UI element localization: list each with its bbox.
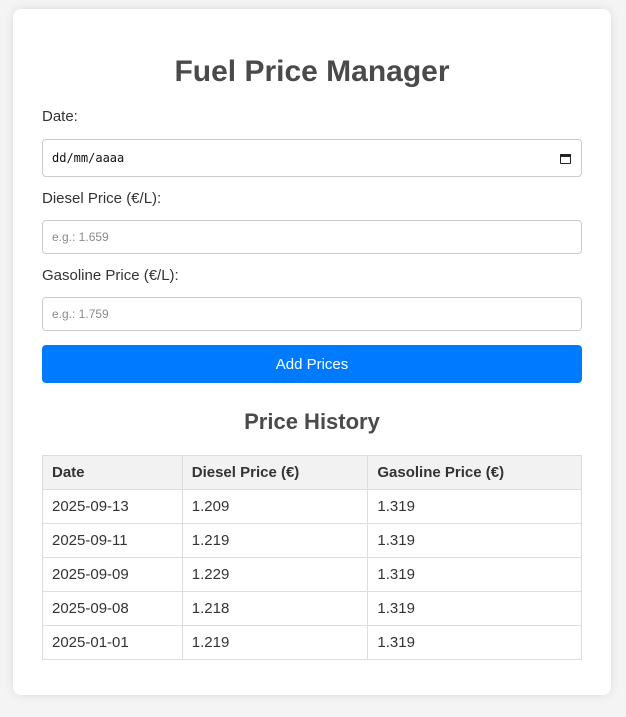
diesel-price-input[interactable]: e.g.: 1.659: [42, 220, 582, 254]
cell-gasoline: 1.319: [367, 557, 582, 592]
cell-date: 2025-09-09: [42, 557, 183, 592]
price-history-table: Date Diesel Price (€) Gasoline Price (€)…: [42, 455, 582, 660]
page-title: Fuel Price Manager: [174, 55, 450, 88]
cell-diesel: 1.218: [181, 591, 369, 626]
diesel-price-placeholder: e.g.: 1.659: [52, 230, 109, 244]
column-header-diesel: Diesel Price (€): [181, 455, 369, 490]
column-header-date: Date: [42, 455, 183, 490]
cell-gasoline: 1.319: [367, 489, 582, 524]
table-row: 2025-09-11 1.219 1.319: [42, 523, 582, 558]
date-input-value: dd/mm/aaaa: [52, 151, 125, 165]
table-row: 2025-09-13 1.209 1.319: [42, 489, 582, 524]
cell-gasoline: 1.319: [367, 625, 582, 660]
main-card: Fuel Price Manager Date: dd/mm/aaaa Dies…: [13, 9, 611, 695]
price-history-title: Price History: [244, 409, 380, 434]
cell-gasoline: 1.319: [367, 523, 582, 558]
page-title-wrap: Fuel Price Manager: [13, 55, 611, 89]
cell-date: 2025-09-11: [42, 523, 183, 558]
cell-diesel: 1.219: [181, 523, 369, 558]
table-row: 2025-09-08 1.218 1.319: [42, 591, 582, 626]
gasoline-price-label: Gasoline Price (€/L):: [42, 267, 179, 284]
cell-date: 2025-09-08: [42, 591, 183, 626]
column-header-gasoline: Gasoline Price (€): [367, 455, 582, 490]
cell-date: 2025-09-13: [42, 489, 183, 524]
cell-date: 2025-01-01: [42, 625, 183, 660]
add-prices-button[interactable]: Add Prices: [42, 345, 582, 383]
cell-diesel: 1.219: [181, 625, 369, 660]
cell-diesel: 1.229: [181, 557, 369, 592]
gasoline-price-input[interactable]: e.g.: 1.759: [42, 297, 582, 331]
date-input[interactable]: dd/mm/aaaa: [42, 139, 582, 177]
gasoline-price-placeholder: e.g.: 1.759: [52, 307, 109, 321]
date-label: Date:: [42, 108, 78, 125]
calendar-icon[interactable]: [560, 153, 571, 164]
diesel-price-label: Diesel Price (€/L):: [42, 190, 162, 207]
table-header-row: Date Diesel Price (€) Gasoline Price (€): [42, 455, 582, 490]
table-row: 2025-09-09 1.229 1.319: [42, 557, 582, 592]
cell-gasoline: 1.319: [367, 591, 582, 626]
cell-diesel: 1.209: [181, 489, 369, 524]
table-row: 2025-01-01 1.219 1.319: [42, 625, 582, 660]
